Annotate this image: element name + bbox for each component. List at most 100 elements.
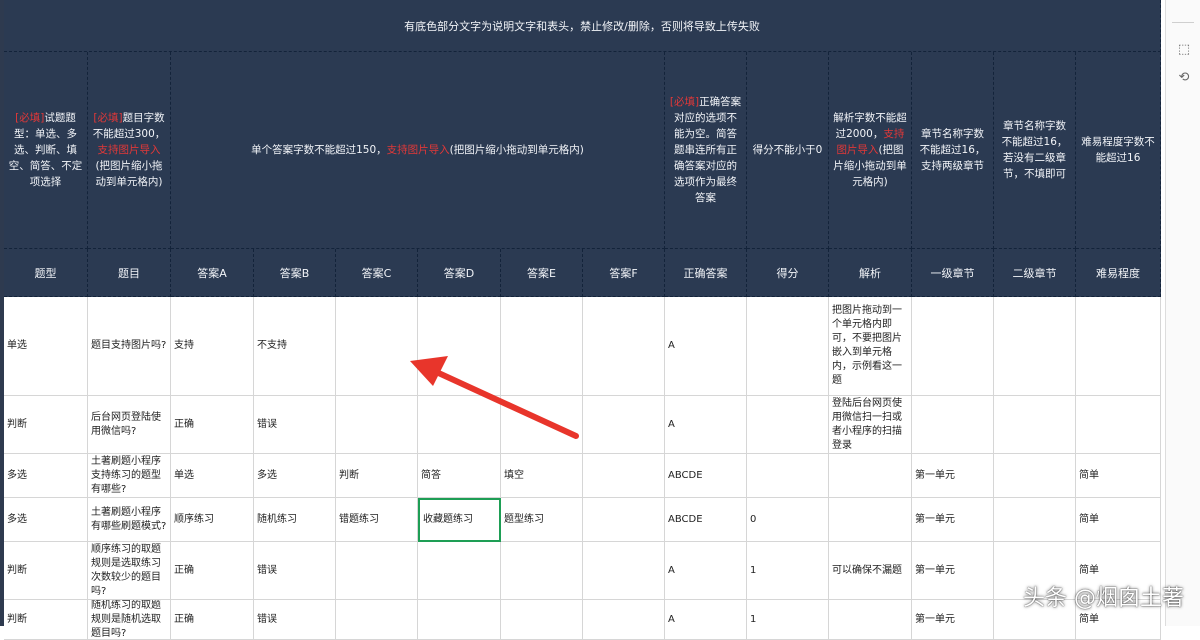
cell-answer-a[interactable]: 单选 (171, 454, 254, 498)
column-header-answer-d[interactable]: 答案D (418, 249, 501, 297)
cell-chapter-1[interactable]: 第一单元 (912, 454, 994, 498)
cell-question[interactable]: 后台网页登陆使用微信吗? (88, 396, 171, 454)
cell-chapter-1[interactable]: 第一单元 (912, 542, 994, 600)
cell-chapter-1[interactable]: 第一单元 (912, 498, 994, 542)
column-header-answer-c[interactable]: 答案C (336, 249, 418, 297)
cell-score[interactable] (747, 297, 829, 396)
column-header-answer-e[interactable]: 答案E (501, 249, 583, 297)
cell-answer-d[interactable] (418, 600, 501, 640)
cell-score[interactable]: 1 (747, 600, 829, 640)
cell-difficulty[interactable]: 简单 (1076, 454, 1161, 498)
cell-type[interactable]: 判断 (4, 600, 88, 640)
cell-answer-e[interactable] (501, 542, 583, 600)
cell-answer-e[interactable]: 题型练习 (501, 498, 583, 542)
cell-answer-e[interactable] (501, 396, 583, 454)
cell-answer-b[interactable]: 不支持 (254, 297, 336, 396)
cell-analysis[interactable] (829, 454, 912, 498)
cell-answer-b[interactable]: 错误 (254, 396, 336, 454)
cell-answer-a[interactable]: 正确 (171, 542, 254, 600)
cell-answer-f[interactable] (583, 542, 665, 600)
cell-question[interactable]: 随机练习的取题规则是随机选取题目吗? (88, 600, 171, 640)
cell-question[interactable]: 土著刷题小程序有哪些刷题模式? (88, 498, 171, 542)
cell-answer-e[interactable] (501, 600, 583, 640)
cell-question[interactable]: 顺序练习的取题规则是选取练习次数较少的题目吗? (88, 542, 171, 600)
column-header-difficulty[interactable]: 难易程度 (1076, 249, 1161, 297)
header-banner[interactable]: 有底色部分文字为说明文字和表头，禁止修改/删除，否则将导致上传失败 (4, 0, 1161, 52)
cell-type[interactable]: 单选 (4, 297, 88, 396)
cell-correct-answer[interactable]: ABCDE (665, 454, 747, 498)
cell-type[interactable]: 判断 (4, 396, 88, 454)
cell-correct-answer[interactable]: ABCDE (665, 498, 747, 542)
cell-question[interactable]: 题目支持图片吗? (88, 297, 171, 396)
cell-answer-d[interactable]: 收藏题练习 (418, 498, 501, 542)
cell-analysis[interactable] (829, 498, 912, 542)
cell-answer-c[interactable] (336, 542, 418, 600)
cell-answer-d[interactable]: 简答 (418, 454, 501, 498)
column-header-score[interactable]: 得分 (747, 249, 829, 297)
cell-score[interactable]: 0 (747, 498, 829, 542)
cell-analysis[interactable]: 可以确保不漏题 (829, 542, 912, 600)
panel-tool-icon-1[interactable]: ⬚ (1174, 42, 1194, 62)
cell-answer-c[interactable]: 错题练习 (336, 498, 418, 542)
column-header-answer-b[interactable]: 答案B (254, 249, 336, 297)
cell-answer-d[interactable] (418, 396, 501, 454)
cell-answer-e[interactable]: 填空 (501, 454, 583, 498)
cell-answer-c[interactable] (336, 600, 418, 640)
cell-score[interactable] (747, 454, 829, 498)
cell-answer-c[interactable] (336, 396, 418, 454)
cell-chapter-2[interactable] (994, 498, 1076, 542)
cell-answer-a[interactable]: 正确 (171, 600, 254, 640)
cell-chapter-1[interactable] (912, 396, 994, 454)
cell-answer-c[interactable] (336, 297, 418, 396)
note-analysis[interactable]: 解析字数不能超过2000，支持图片导入(把图片缩小拖动到单元格内) (829, 52, 912, 249)
cell-answer-f[interactable] (583, 600, 665, 640)
cell-correct-answer[interactable]: A (665, 396, 747, 454)
cell-answer-d[interactable] (418, 297, 501, 396)
cell-chapter-1[interactable]: 第一单元 (912, 600, 994, 640)
cell-answer-b[interactable]: 随机练习 (254, 498, 336, 542)
cell-answer-a[interactable]: 顺序练习 (171, 498, 254, 542)
note-answers[interactable]: 单个答案字数不能超过150，支持图片导入(把图片缩小拖动到单元格内) (171, 52, 665, 249)
cell-correct-answer[interactable]: A (665, 297, 747, 396)
cell-chapter-1[interactable] (912, 297, 994, 396)
cell-type[interactable]: 多选 (4, 454, 88, 498)
column-header-answer-f[interactable]: 答案F (583, 249, 665, 297)
note-type[interactable]: [必填]试题题型：单选、多选、判断、填空、简答、不定项选择 (4, 52, 88, 249)
cell-chapter-2[interactable] (994, 297, 1076, 396)
note-chapter2[interactable]: 章节名称字数不能超过16，若没有二级章节，不填即可 (994, 52, 1076, 249)
cell-answer-e[interactable] (501, 297, 583, 396)
cell-difficulty[interactable]: 简单 (1076, 498, 1161, 542)
cell-difficulty[interactable] (1076, 396, 1161, 454)
cell-analysis[interactable]: 把图片拖动到一个单元格内即可，不要把图片嵌入到单元格内，示例看这一题 (829, 297, 912, 396)
cell-answer-d[interactable] (418, 542, 501, 600)
cell-answer-c[interactable]: 判断 (336, 454, 418, 498)
cell-answer-b[interactable]: 错误 (254, 600, 336, 640)
cell-score[interactable] (747, 396, 829, 454)
cell-correct-answer[interactable]: A (665, 542, 747, 600)
column-header-type[interactable]: 题型 (4, 249, 88, 297)
cell-answer-b[interactable]: 多选 (254, 454, 336, 498)
column-header-chapter-2[interactable]: 二级章节 (994, 249, 1076, 297)
note-difficulty[interactable]: 难易程度字数不能超过16 (1076, 52, 1161, 249)
cell-answer-f[interactable] (583, 396, 665, 454)
cell-difficulty[interactable] (1076, 297, 1161, 396)
panel-tool-icon-2[interactable]: ⟲ (1174, 70, 1194, 90)
column-header-analysis[interactable]: 解析 (829, 249, 912, 297)
note-score[interactable]: 得分不能小于0 (747, 52, 829, 249)
column-header-question[interactable]: 题目 (88, 249, 171, 297)
note-question[interactable]: [必填]题目字数不能超过300，支持图片导入(把图片缩小拖动到单元格内) (88, 52, 171, 249)
cell-chapter-2[interactable] (994, 454, 1076, 498)
cell-question[interactable]: 土著刷题小程序支持练习的题型有哪些? (88, 454, 171, 498)
cell-correct-answer[interactable]: A (665, 600, 747, 640)
column-header-chapter-1[interactable]: 一级章节 (912, 249, 994, 297)
column-header-correct-answer[interactable]: 正确答案 (665, 249, 747, 297)
cell-type[interactable]: 判断 (4, 542, 88, 600)
cell-analysis[interactable]: 登陆后台网页使用微信扫一扫或者小程序的扫描登录 (829, 396, 912, 454)
cell-answer-f[interactable] (583, 498, 665, 542)
cell-answer-b[interactable]: 错误 (254, 542, 336, 600)
cell-answer-a[interactable]: 支持 (171, 297, 254, 396)
column-header-answer-a[interactable]: 答案A (171, 249, 254, 297)
cell-answer-a[interactable]: 正确 (171, 396, 254, 454)
cell-answer-f[interactable] (583, 297, 665, 396)
note-chapter1[interactable]: 章节名称字数不能超过16，支持两级章节 (912, 52, 994, 249)
